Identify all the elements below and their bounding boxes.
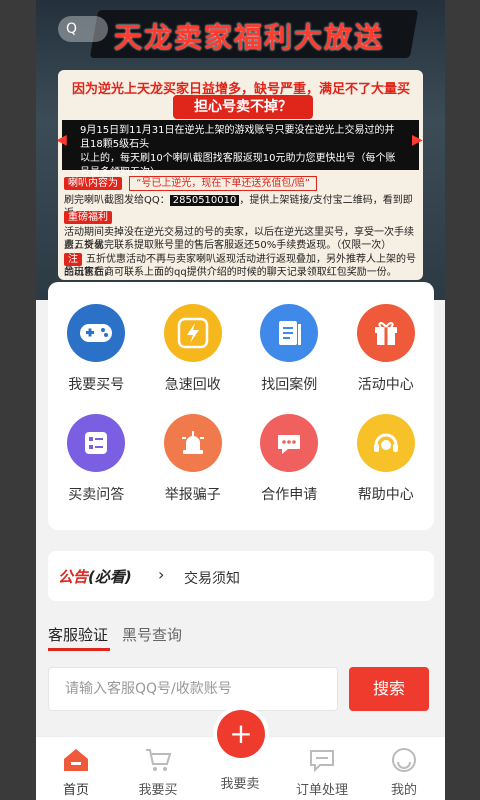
horn-tag: 喇叭内容为 xyxy=(64,177,122,190)
promo-banner[interactable]: 天龙卖家福利大放送 Q 因为逆光上天龙买家日益增多，缺号严重，满足不了大量买家的… xyxy=(36,0,445,300)
menu-label: 举报骗子 xyxy=(164,487,221,503)
announcement-text[interactable]: 交易须知 xyxy=(184,568,240,588)
lightning-icon xyxy=(163,304,222,362)
tabbar-item-orders[interactable]: 订单处理 xyxy=(282,747,362,798)
menu-item-help-center[interactable]: 帮助中心 xyxy=(338,414,435,504)
chevron-right-icon[interactable]: ▶ xyxy=(412,132,423,148)
quick-menu-grid: 我要买号 急速回收 找回案例 活动中心 买卖问答 举报骗子 合作申请 帮助中心 xyxy=(48,304,434,504)
announcement-bar[interactable]: 公告(必看) › 交易须知 xyxy=(48,551,434,601)
home-icon xyxy=(64,749,88,771)
active-tab-indicator xyxy=(48,648,110,651)
search-button[interactable]: 搜索 xyxy=(349,667,429,711)
tabbar-item-buy[interactable]: 我要买 xyxy=(118,747,198,798)
qq-number: 2850510010 xyxy=(169,195,240,206)
menu-item-cooperation[interactable]: 合作申请 xyxy=(241,414,338,504)
menu-label: 我要买号 xyxy=(68,377,125,393)
tabbar-label: 我的 xyxy=(390,783,417,798)
notice-screenshot-row: 刷完喇叭截图发给QQ：2850510010，提供上架链接/支付宝二维码，看到即返… xyxy=(64,194,423,220)
announcement-tag-red: 公告 xyxy=(58,568,89,586)
sell-plus-button[interactable]: + xyxy=(217,710,265,758)
document-icon xyxy=(260,304,319,362)
cart-icon xyxy=(146,749,172,771)
bonus-tag: 重磅福利 xyxy=(64,211,112,224)
siren-icon xyxy=(163,414,222,472)
notice-pill: 担心号卖不掉？ xyxy=(173,95,313,119)
menu-label: 买卖问答 xyxy=(68,487,125,503)
tabbar-label: 我要买 xyxy=(138,783,178,798)
bonus-line-b: 惠，交易完联系提取账号里的售后客服返还50%手续费返现。（仅限一次） xyxy=(64,240,392,251)
tabbar-label: 订单处理 xyxy=(295,783,348,798)
note-tag: 注 xyxy=(64,253,82,266)
menu-label: 帮助中心 xyxy=(357,487,414,503)
menu-label: 合作申请 xyxy=(261,487,318,503)
note-line-b: 品出售后，可联系上面的qq提供介绍的时候的聊天记录领取红包奖励一份。 xyxy=(64,267,397,278)
menu-item-qa[interactable]: 买卖问答 xyxy=(48,414,145,504)
banner-title: 天龙卖家福利大放送 xyxy=(114,21,385,54)
search-input[interactable]: 请输入客服QQ号/收款账号 xyxy=(48,667,338,711)
announcement-tag-black: (必看) xyxy=(88,568,132,586)
menu-label: 活动中心 xyxy=(357,377,414,393)
tabbar-label: 我要卖 xyxy=(220,777,260,792)
chevron-right-icon: › xyxy=(158,565,165,584)
screenshot-line-a: 刷完喇叭截图发给QQ： xyxy=(64,195,170,206)
menu-item-quick-recycle[interactable]: 急速回收 xyxy=(145,304,242,394)
chat-bubble-icon xyxy=(260,414,319,472)
menu-item-recovery-cases[interactable]: 找回案例 xyxy=(241,304,338,394)
tabbar-item-mine[interactable]: 我的 xyxy=(364,747,444,798)
gift-icon xyxy=(356,304,415,362)
menu-item-report-scammer[interactable]: 举报骗子 xyxy=(145,414,242,504)
tabbar-label: 首页 xyxy=(62,783,89,798)
list-icon xyxy=(67,414,126,472)
gamepad-icon xyxy=(67,304,126,362)
menu-item-activity-center[interactable]: 活动中心 xyxy=(338,304,435,394)
notice-bonus-row: 重磅福利 xyxy=(64,211,116,224)
notice-dark-line-a: 9月15日到11月31日在逆光上架的游戏账号只要没在逆光上交易过的并且18颗5级… xyxy=(80,125,395,150)
horn-content: “号已上逆光，现在下单还送充值包/赔” xyxy=(129,176,317,191)
chat-icon xyxy=(310,750,334,773)
tab-blacklist-query[interactable]: 黑号查询 xyxy=(122,624,182,645)
chevron-left-icon[interactable]: ◀ xyxy=(58,132,67,148)
quick-menu-card: 我要买号 急速回收 找回案例 活动中心 买卖问答 举报骗子 合作申请 帮助中心 xyxy=(48,282,434,530)
announcement-tag: 公告(必看) xyxy=(58,566,132,587)
tab-service-verify[interactable]: 客服验证 xyxy=(48,624,108,645)
search-icon[interactable]: Q xyxy=(58,16,108,42)
app-screen: 天龙卖家福利大放送 Q 因为逆光上天龙买家日益增多，缺号严重，满足不了大量买家的… xyxy=(36,0,445,800)
promo-notice: 因为逆光上天龙买家日益增多，缺号严重，满足不了大量买家的需求 担心号卖不掉？ 9… xyxy=(58,70,423,280)
headset-icon xyxy=(356,414,415,472)
menu-label: 急速回收 xyxy=(164,377,221,393)
menu-label: 找回案例 xyxy=(261,377,318,393)
tabbar-item-sell[interactable]: 我要卖 xyxy=(200,773,280,792)
profile-icon xyxy=(392,748,416,772)
notice-dark-panel: 9月15日到11月31日在逆光上架的游戏账号只要没在逆光上交易过的并且18颗5级… xyxy=(62,120,419,178)
notice-horn-row: 喇叭内容为 “号已上逆光，现在下单还送充值包/赔” xyxy=(64,176,317,191)
tabbar-item-home[interactable]: 首页 xyxy=(36,747,116,798)
menu-item-buy-account[interactable]: 我要买号 xyxy=(48,304,145,394)
